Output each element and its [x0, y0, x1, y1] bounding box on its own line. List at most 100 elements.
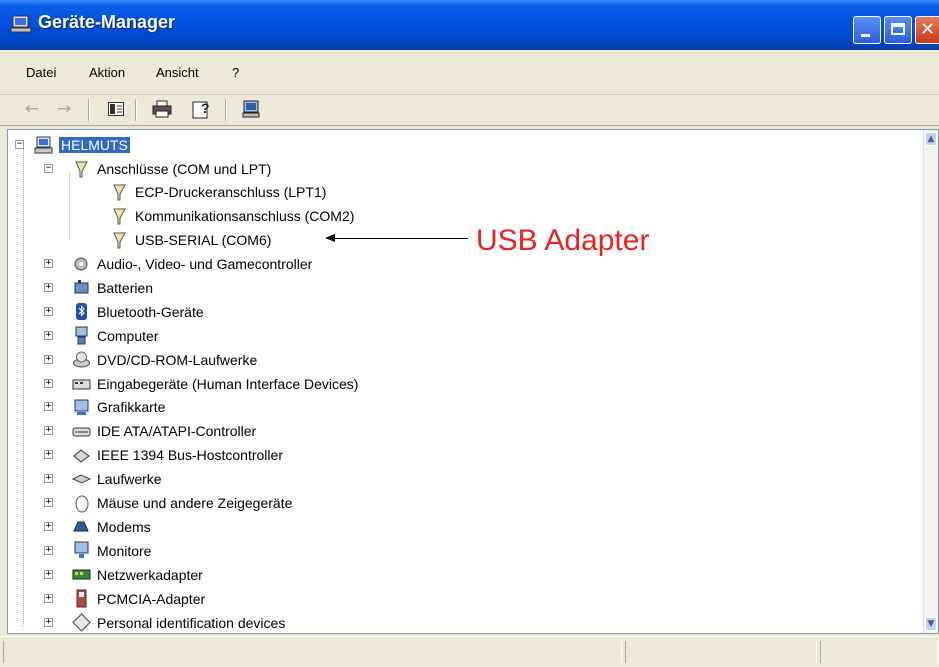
collapse-root-expander[interactable]: − — [15, 140, 24, 149]
scroll-up-arrow-icon[interactable]: ▲ — [925, 132, 937, 146]
computer-icon — [75, 326, 88, 345]
toolbar-separator — [225, 99, 227, 121]
disk-drive-icon — [72, 474, 91, 484]
vertical-scrollbar[interactable]: ▲ ▼ — [923, 130, 938, 633]
menu-help[interactable]: ? — [232, 65, 239, 80]
tree-category-row[interactable]: + Audio-, Video- und Gamecontroller — [12, 252, 312, 276]
tree-category-row[interactable]: + Laufwerke — [12, 467, 162, 491]
menu-ansicht[interactable]: Ansicht — [156, 65, 199, 80]
category-label: IEEE 1394 Bus-Hostcontroller — [97, 447, 283, 464]
tree-category-row[interactable]: + Personal identification devices — [12, 611, 286, 634]
cdrom-icon — [73, 351, 90, 368]
category-label: Batterien — [97, 279, 154, 296]
annotation-label: USB Adapter — [476, 224, 650, 257]
expand-expander[interactable]: + — [44, 569, 53, 579]
toolbar-separator — [88, 99, 90, 121]
category-label: IDE ATA/ATAPI-Controller — [97, 423, 257, 440]
device-row-usb-serial[interactable]: USB-SERIAL (COM6) — [12, 228, 271, 252]
tree-category-row[interactable]: + IDE ATA/ATAPI-Controller — [12, 419, 256, 443]
menu-bar: Datei Aktion Ansicht ? — [0, 50, 939, 95]
tree-category-row[interactable]: + Netzwerkadapter — [12, 563, 203, 587]
tree-category-row[interactable]: + Computer — [12, 324, 158, 348]
forward-arrow-icon[interactable]: → — [52, 97, 76, 121]
pid-icon — [72, 613, 91, 632]
expand-expander[interactable]: + — [44, 426, 53, 436]
device-label: Kommunikationsanschluss (COM2) — [135, 208, 355, 224]
tree-category-row[interactable]: + Eingabegeräte (Human Interface Devices) — [12, 372, 358, 396]
network-adapter-icon — [72, 569, 91, 580]
category-label: DVD/CD-ROM-Laufwerke — [97, 351, 258, 368]
expand-expander[interactable]: + — [44, 450, 53, 460]
device-manager-icon — [10, 15, 32, 33]
tree-root-row[interactable]: − HELMUTS — [12, 133, 130, 157]
tree-category-row[interactable]: + Bluetooth-Geräte — [12, 300, 204, 324]
expand-expander[interactable]: + — [44, 474, 53, 484]
annotation-arrow — [330, 238, 468, 239]
tree-category-row[interactable]: + Mäuse und andere Zeigegeräte — [12, 491, 292, 515]
category-label: PCMCIA-Adapter — [97, 590, 206, 607]
device-row[interactable]: Kommunikationsanschluss (COM2) — [12, 204, 354, 228]
device-label: ECP-Druckeranschluss (LPT1) — [135, 184, 327, 200]
category-label: Computer — [97, 327, 159, 344]
hid-icon — [72, 379, 91, 390]
tree-category-row[interactable]: + Modems — [12, 515, 151, 539]
expand-expander[interactable]: + — [44, 306, 53, 316]
expand-expander[interactable]: + — [44, 330, 53, 340]
scroll-down-arrow-icon[interactable]: ▼ — [925, 617, 937, 631]
monitor-icon — [74, 541, 89, 559]
audio-icon — [74, 257, 88, 270]
tree-category-row[interactable]: + Monitore — [12, 539, 151, 563]
category-label: Eingabegeräte (Human Interface Devices) — [97, 375, 359, 392]
category-label: Mäuse und andere Zeigegeräte — [97, 495, 293, 511]
close-button[interactable] — [915, 16, 939, 44]
battery-icon — [74, 280, 89, 294]
expand-expander[interactable]: + — [44, 402, 53, 412]
expand-expander[interactable]: + — [44, 593, 53, 603]
expand-expander[interactable]: + — [44, 545, 53, 555]
print-icon[interactable] — [150, 97, 174, 121]
scan-hardware-icon[interactable] — [240, 97, 264, 121]
port-icon — [113, 184, 126, 200]
toolbar: ← → ? — [0, 95, 939, 126]
firewire-icon — [73, 449, 90, 463]
category-label: Personal identification devices — [97, 614, 286, 631]
expand-expander[interactable]: + — [44, 521, 53, 531]
collapse-expander[interactable]: − — [44, 164, 53, 173]
pcmcia-icon — [76, 589, 87, 608]
status-bar — [0, 636, 939, 667]
bluetooth-icon — [76, 303, 87, 321]
port-icon — [113, 208, 126, 224]
expand-expander[interactable]: + — [44, 378, 53, 388]
status-panel — [3, 641, 622, 663]
maximize-button[interactable] — [884, 16, 912, 44]
display-adapter-icon — [74, 399, 89, 415]
tree-category-row[interactable]: + Batterien — [12, 276, 153, 300]
device-tree[interactable]: − HELMUTS − Anschlüsse (COM und LPT) ECP… — [7, 129, 939, 634]
tree-category-row[interactable]: + DVD/CD-ROM-Laufwerke — [12, 348, 257, 372]
menu-aktion[interactable]: Aktion — [89, 65, 125, 80]
minimize-button[interactable] — [853, 16, 881, 44]
svg-text:?: ? — [201, 100, 210, 116]
expand-expander[interactable]: + — [44, 498, 53, 507]
expand-expander[interactable]: + — [44, 617, 53, 627]
status-panel — [820, 641, 938, 663]
category-label: Modems — [97, 518, 151, 535]
menu-datei[interactable]: Datei — [26, 65, 56, 80]
expand-expander[interactable]: + — [44, 259, 53, 268]
tree-root-label[interactable]: HELMUTS — [59, 137, 130, 153]
modem-icon — [73, 521, 89, 532]
tree-category-row[interactable]: + PCMCIA-Adapter — [12, 587, 205, 611]
back-arrow-icon[interactable]: ← — [20, 97, 44, 121]
port-icon — [113, 232, 126, 248]
tree-category-row[interactable]: − Anschlüsse (COM und LPT) — [12, 157, 271, 181]
properties-help-icon[interactable]: ? — [190, 97, 214, 121]
show-hide-console-tree-icon[interactable] — [104, 97, 128, 121]
port-icon — [75, 161, 88, 177]
category-label: Bluetooth-Geräte — [97, 303, 204, 320]
tree-category-row[interactable]: + IEEE 1394 Bus-Hostcontroller — [12, 443, 283, 467]
category-label: Laufwerke — [97, 471, 162, 488]
expand-expander[interactable]: + — [44, 354, 53, 364]
device-row[interactable]: ECP-Druckeranschluss (LPT1) — [12, 180, 326, 204]
expand-expander[interactable]: + — [44, 282, 53, 292]
tree-category-row[interactable]: + Grafikkarte — [12, 395, 165, 419]
